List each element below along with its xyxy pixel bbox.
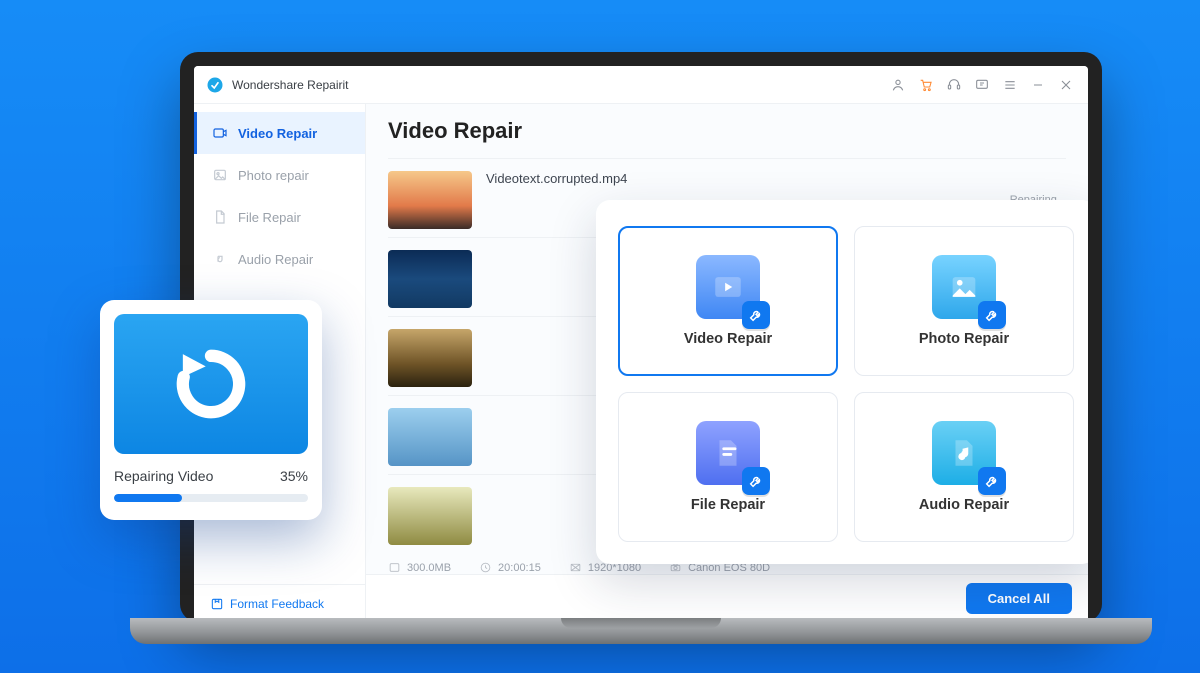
sidebar-item-label: File Repair <box>238 210 301 225</box>
file-name: Videotext.corrupted.mp4 <box>486 171 996 186</box>
video-thumbnail <box>388 171 472 229</box>
progress-card: Repairing Video 35% <box>100 300 322 520</box>
sidebar-item-photo-repair[interactable]: Photo repair <box>194 154 365 196</box>
sidebar-item-label: Audio Repair <box>238 252 313 267</box>
repair-type-modal: Video Repair Photo Repair <box>596 200 1088 564</box>
sidebar-item-audio-repair[interactable]: Audio Repair <box>194 238 365 280</box>
menu-icon[interactable] <box>998 73 1022 97</box>
cancel-all-button[interactable]: Cancel All <box>966 583 1072 614</box>
mode-card-video-repair[interactable]: Video Repair <box>618 226 838 376</box>
cart-icon[interactable] <box>914 73 938 97</box>
sidebar-item-video-repair[interactable]: Video Repair <box>194 112 365 154</box>
page-title: Video Repair <box>388 118 1066 144</box>
undo-icon <box>167 340 255 428</box>
app-window: Wondershare Repairit Video Repair <box>194 66 1088 622</box>
progress-label: Repairing Video <box>114 468 213 484</box>
progress-percent: 35% <box>280 468 308 484</box>
mode-label: Video Repair <box>684 331 772 347</box>
minimize-icon[interactable] <box>1026 73 1050 97</box>
app-title: Wondershare Repairit <box>232 78 349 92</box>
laptop-base <box>130 618 1152 644</box>
progress-bar <box>114 494 308 502</box>
close-icon[interactable] <box>1054 73 1078 97</box>
footer-bar: Cancel All <box>366 574 1088 622</box>
format-feedback-link[interactable]: Format Feedback <box>194 584 365 622</box>
file-icon <box>212 209 228 225</box>
progress-card-hero <box>114 314 308 454</box>
support-icon[interactable] <box>942 73 966 97</box>
titlebar: Wondershare Repairit <box>194 66 1088 104</box>
meta-size: 300.0MB <box>388 561 451 574</box>
video-thumbnail <box>388 487 472 545</box>
sidebar-item-file-repair[interactable]: File Repair <box>194 196 365 238</box>
mode-card-audio-repair[interactable]: Audio Repair <box>854 392 1074 542</box>
wrench-icon <box>978 467 1006 495</box>
wrench-icon <box>978 301 1006 329</box>
mode-label: File Repair <box>691 497 765 513</box>
mode-label: Photo Repair <box>919 331 1009 347</box>
video-icon <box>212 125 228 141</box>
meta-duration: 20:00:15 <box>479 561 541 574</box>
mode-card-file-repair[interactable]: File Repair <box>618 392 838 542</box>
video-thumbnail <box>388 329 472 387</box>
app-logo-icon <box>206 76 224 94</box>
mode-card-photo-repair[interactable]: Photo Repair <box>854 226 1074 376</box>
sidebar-item-label: Video Repair <box>238 126 317 141</box>
main-area: Video Repair Videotext.corrupted.mp4 Rep… <box>366 104 1088 622</box>
format-feedback-label: Format Feedback <box>230 597 324 611</box>
feedback-icon[interactable] <box>970 73 994 97</box>
user-icon[interactable] <box>886 73 910 97</box>
audio-icon <box>212 251 228 267</box>
sidebar-item-label: Photo repair <box>238 168 309 183</box>
wrench-icon <box>742 301 770 329</box>
video-thumbnail <box>388 408 472 466</box>
mode-label: Audio Repair <box>919 497 1009 513</box>
progress-bar-fill <box>114 494 182 502</box>
wrench-icon <box>742 467 770 495</box>
photo-icon <box>212 167 228 183</box>
video-thumbnail <box>388 250 472 308</box>
